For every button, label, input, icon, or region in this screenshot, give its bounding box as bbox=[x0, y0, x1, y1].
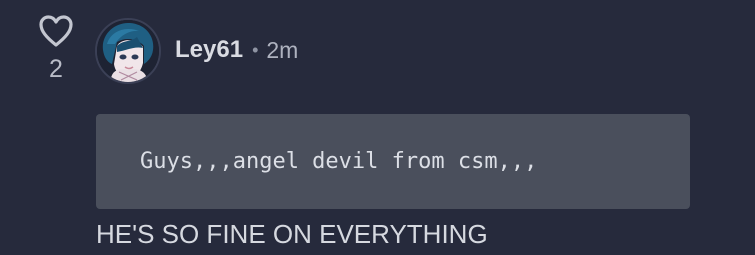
timestamp: 2m bbox=[266, 36, 299, 63]
avatar-image bbox=[97, 20, 159, 82]
code-block: Guys,,,angel devil from csm,,, bbox=[96, 114, 690, 209]
like-count: 2 bbox=[49, 55, 63, 83]
comment-text: HE'S SO FINE ON EVERYTHING bbox=[96, 219, 488, 249]
username[interactable]: Ley61 bbox=[175, 36, 243, 64]
code-block-text: Guys,,,angel devil from csm,,, bbox=[140, 149, 538, 174]
avatar[interactable] bbox=[95, 18, 161, 84]
heart-icon[interactable] bbox=[38, 14, 74, 48]
separator-dot: • bbox=[252, 39, 259, 60]
comment-meta: Ley61 • 2m bbox=[175, 33, 298, 67]
comment-item: 2 Ley61 • 2m Guys,,,angel devil from csm… bbox=[0, 0, 755, 255]
like-control: 2 bbox=[34, 10, 78, 90]
